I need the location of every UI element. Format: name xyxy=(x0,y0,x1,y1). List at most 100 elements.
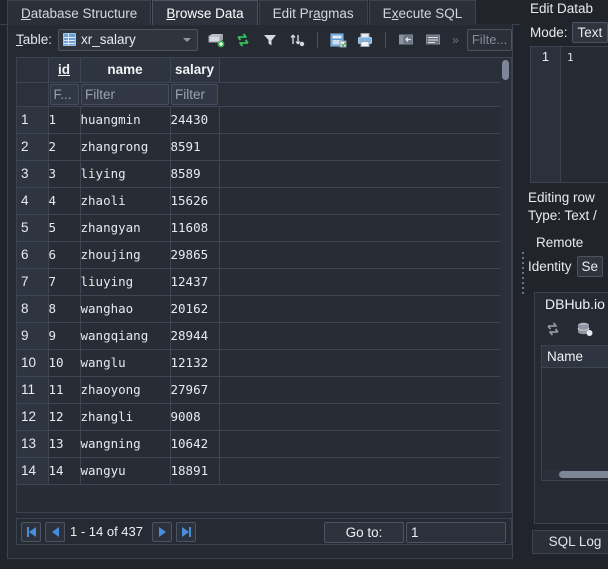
row-header-cell[interactable]: 7 xyxy=(17,268,49,296)
row-header-cell[interactable]: 11 xyxy=(17,376,49,404)
cell-name[interactable]: zhaoyong xyxy=(80,376,171,404)
table-row[interactable]: 4 4 zhaoli 15626 xyxy=(17,187,511,215)
cell-name[interactable]: wanglu xyxy=(80,349,171,377)
global-filter-input[interactable]: Filte... xyxy=(466,28,512,51)
last-page-icon[interactable] xyxy=(176,521,196,542)
cell-name[interactable]: zhangrong xyxy=(80,133,171,161)
refresh-icon[interactable] xyxy=(543,319,563,339)
table-row[interactable]: 13 13 wangning 10642 xyxy=(17,430,511,458)
sort-icon[interactable] xyxy=(287,30,307,50)
cell-name[interactable]: wangyu xyxy=(80,457,171,485)
cell-id[interactable]: 1 xyxy=(48,106,81,134)
sql-log-tab[interactable]: SQL Log xyxy=(532,530,608,554)
insert-column-icon[interactable] xyxy=(396,30,416,50)
row-header-cell[interactable]: 2 xyxy=(17,133,49,161)
row-header-cell[interactable]: 4 xyxy=(17,187,49,215)
cell-editor[interactable]: 1 1 xyxy=(530,46,608,183)
tab-browse-data[interactable]: Browse Data xyxy=(152,0,258,25)
row-header-cell[interactable]: 1 xyxy=(17,106,49,134)
splitter-grip-icon[interactable] xyxy=(522,252,524,296)
save-results-icon[interactable] xyxy=(328,30,348,50)
goto-input[interactable]: 1 xyxy=(406,522,506,543)
refresh-icon[interactable] xyxy=(233,30,253,50)
cell-salary[interactable]: 11608 xyxy=(170,214,220,242)
cell-salary[interactable]: 24430 xyxy=(170,106,220,134)
cell-name[interactable]: huangmin xyxy=(80,106,171,134)
grid-vertical-scrollbar-thumb[interactable] xyxy=(502,60,509,80)
column-header-salary[interactable]: salary xyxy=(170,58,220,83)
cell-salary[interactable]: 20162 xyxy=(170,295,220,323)
first-page-icon[interactable] xyxy=(21,521,41,542)
next-page-icon[interactable] xyxy=(152,521,172,542)
row-header-cell[interactable]: 13 xyxy=(17,430,49,458)
column-header-id[interactable]: id xyxy=(48,58,81,83)
cell-name[interactable]: zhangyan xyxy=(80,214,171,242)
cell-id[interactable]: 3 xyxy=(48,160,81,188)
cell-name[interactable]: wanghao xyxy=(80,295,171,323)
data-grid[interactable]: id name salary F... Filter Filter 1 1 huan… xyxy=(16,57,512,513)
cell-id[interactable]: 10 xyxy=(48,349,81,377)
cell-id[interactable]: 7 xyxy=(48,268,81,296)
cell-name[interactable]: wangqiang xyxy=(80,322,171,350)
row-header-cell[interactable]: 8 xyxy=(17,295,49,323)
remote-identity-combobox[interactable]: Se xyxy=(576,256,604,277)
dbhub-horizontal-scrollbar[interactable] xyxy=(543,470,608,479)
cell-editor-text[interactable]: 1 xyxy=(561,47,608,182)
row-header-cell[interactable]: 9 xyxy=(17,322,49,350)
cell-name[interactable]: zhoujing xyxy=(80,241,171,269)
cell-salary[interactable]: 15626 xyxy=(170,187,220,215)
previous-page-icon[interactable] xyxy=(45,521,65,542)
filter-input-salary[interactable]: Filter xyxy=(171,83,218,105)
cell-name[interactable]: zhangli xyxy=(80,403,171,431)
cell-salary[interactable]: 10642 xyxy=(170,430,220,458)
table-row[interactable]: 10 10 wanglu 12132 xyxy=(17,349,511,377)
cell-salary[interactable]: 29865 xyxy=(170,241,220,269)
table-row[interactable]: 8 8 wanghao 20162 xyxy=(17,295,511,323)
table-row[interactable]: 7 7 liuying 12437 xyxy=(17,268,511,296)
grid-vertical-scrollbar[interactable] xyxy=(500,58,511,512)
edit-mode-combobox[interactable]: Text xyxy=(571,22,608,43)
cell-id[interactable]: 12 xyxy=(48,403,81,431)
cell-name[interactable]: liuying xyxy=(80,268,171,296)
row-header-cell[interactable]: 3 xyxy=(17,160,49,188)
table-row[interactable]: 14 14 wangyu 18891 xyxy=(17,457,511,485)
table-row[interactable]: 1 1 huangmin 24430 xyxy=(17,106,511,134)
column-header-name[interactable]: name xyxy=(80,58,171,83)
filter-icon[interactable] xyxy=(260,30,280,50)
print-icon[interactable] xyxy=(355,30,375,50)
cell-id[interactable]: 9 xyxy=(48,322,81,350)
tab-execute-sql[interactable]: Execute SQL xyxy=(368,0,477,25)
cell-salary[interactable]: 18891 xyxy=(170,457,220,485)
cell-id[interactable]: 2 xyxy=(48,133,81,161)
table-row[interactable]: 5 5 zhangyan 11608 xyxy=(17,214,511,242)
cell-salary[interactable]: 27967 xyxy=(170,376,220,404)
table-row[interactable]: 11 11 zhaoyong 27967 xyxy=(17,376,511,404)
cell-salary[interactable]: 28944 xyxy=(170,322,220,350)
cell-id[interactable]: 4 xyxy=(48,187,81,215)
cell-id[interactable]: 6 xyxy=(48,241,81,269)
table-row[interactable]: 3 3 liying 8589 xyxy=(17,160,511,188)
goto-button[interactable]: Go to: xyxy=(324,522,404,543)
cell-id[interactable]: 11 xyxy=(48,376,81,404)
row-header-cell[interactable]: 12 xyxy=(17,403,49,431)
dbhub-horizontal-scrollbar-thumb[interactable] xyxy=(559,471,608,478)
row-header-cell[interactable]: 14 xyxy=(17,457,49,485)
cell-id[interactable]: 14 xyxy=(48,457,81,485)
dbhub-list[interactable]: Name xyxy=(541,345,608,481)
table-row[interactable]: 2 2 zhangrong 8591 xyxy=(17,133,511,161)
filter-input-name[interactable]: Filter xyxy=(81,83,169,105)
cell-id[interactable]: 5 xyxy=(48,214,81,242)
cell-id[interactable]: 13 xyxy=(48,430,81,458)
cell-salary[interactable]: 8589 xyxy=(170,160,220,188)
cell-id[interactable]: 8 xyxy=(48,295,81,323)
cell-name[interactable]: zhaoli xyxy=(80,187,171,215)
grid-corner-header[interactable] xyxy=(17,58,49,83)
cell-salary[interactable]: 12132 xyxy=(170,349,220,377)
dbhub-list-header-name[interactable]: Name xyxy=(542,346,608,368)
cell-name[interactable]: liying xyxy=(80,160,171,188)
table-row[interactable]: 6 6 zhoujing 29865 xyxy=(17,241,511,269)
cell-salary[interactable]: 12437 xyxy=(170,268,220,296)
tab-database-structure[interactable]: Database Structure xyxy=(7,0,152,25)
toolbar-overflow-chevron-icon[interactable]: » xyxy=(450,33,461,47)
table-row[interactable]: 9 9 wangqiang 28944 xyxy=(17,322,511,350)
